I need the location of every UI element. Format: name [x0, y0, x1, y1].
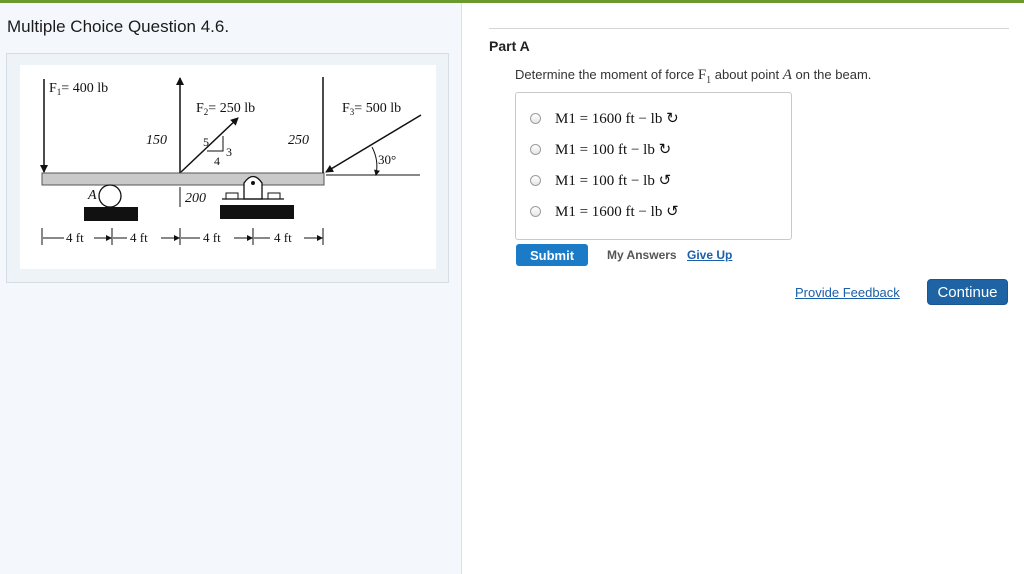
choice-4[interactable]: M1 = 1600 ft − lb ↺ [530, 200, 679, 222]
pin-base-left [225, 192, 239, 200]
my-answers-link[interactable]: My Answers [607, 248, 677, 262]
prompt-text-before: Determine the moment of force [515, 67, 698, 82]
continue-button[interactable]: Continue [927, 279, 1008, 305]
span-dimension: 4 ft 4 ft 4 ft 4 ft [41, 228, 324, 245]
answer-pane: Part A Determine the moment of force F1 … [463, 3, 1024, 574]
figure-frame: F1= 400 lb F2= 250 lb 5 3 4 150 250 200 … [6, 53, 449, 283]
dimension-150: 150 [146, 133, 167, 148]
radio-button[interactable] [530, 174, 541, 186]
prompt-point: A [782, 67, 792, 83]
f3-arrow [325, 114, 422, 173]
radio-button[interactable] [530, 143, 541, 155]
question-pane: Multiple Choice Question 4.6. F1= 400 lb… [0, 3, 462, 574]
triangle-4-label: 4 [214, 154, 220, 168]
beam-diagram: F1= 400 lb F2= 250 lb 5 3 4 150 250 200 … [40, 77, 422, 245]
dimension-250: 250 [288, 133, 309, 148]
f3-label: F3= 500 lb [342, 101, 401, 117]
choice-label: M1 = 100 ft − lb ↺ [555, 172, 672, 189]
choice-label: M1 = 100 ft − lb ↻ [555, 141, 672, 158]
triangle-3-label: 3 [226, 145, 232, 159]
radio-button[interactable] [530, 205, 541, 217]
choice-3[interactable]: M1 = 100 ft − lb ↺ [530, 169, 671, 191]
choice-label: M1 = 1600 ft − lb ↺ [555, 203, 679, 220]
span-label-2: 4 ft [130, 230, 148, 245]
f1-label: F1= 400 lb [49, 81, 108, 97]
roller-support [98, 184, 122, 208]
question-prompt: Determine the moment of force F1 about p… [515, 67, 871, 86]
pin-base-right [267, 192, 281, 200]
give-up-link[interactable]: Give Up [687, 248, 732, 262]
part-label: Part A [489, 38, 530, 54]
question-title: Multiple Choice Question 4.6. [7, 17, 230, 36]
provide-feedback-link[interactable]: Provide Feedback [795, 285, 900, 300]
point-a-label: A [87, 188, 97, 203]
answer-choices: M1 = 1600 ft − lb ↻ M1 = 100 ft − lb ↻ M… [515, 92, 792, 240]
dimension-200: 200 [185, 191, 206, 206]
beam [41, 172, 325, 186]
prompt-force: F1 [697, 67, 712, 86]
radio-button[interactable] [530, 112, 541, 124]
angle-arc [371, 146, 380, 176]
roller-ground [84, 207, 138, 221]
prompt-text-mid: about point [711, 67, 783, 82]
pin-support [243, 175, 263, 200]
span-label-1: 4 ft [66, 230, 84, 245]
choice-label: M1 = 1600 ft − lb ↻ [555, 110, 679, 127]
choice-1[interactable]: M1 = 1600 ft − lb ↻ [530, 107, 679, 129]
part-divider [489, 28, 1009, 29]
f2-label: F2= 250 lb [196, 101, 255, 117]
prompt-text-after: on the beam. [791, 67, 872, 82]
angle-label: 30° [378, 152, 396, 167]
choice-2[interactable]: M1 = 100 ft − lb ↻ [530, 138, 671, 160]
pin-ground [220, 205, 294, 219]
span-label-4: 4 ft [274, 230, 292, 245]
pin-hole [251, 181, 255, 185]
beam-figure: F1= 400 lb F2= 250 lb 5 3 4 150 250 200 … [20, 65, 436, 269]
slope-triangle [207, 136, 224, 152]
triangle-5-label: 5 [203, 135, 209, 149]
span-label-3: 4 ft [203, 230, 221, 245]
submit-button[interactable]: Submit [516, 244, 588, 266]
